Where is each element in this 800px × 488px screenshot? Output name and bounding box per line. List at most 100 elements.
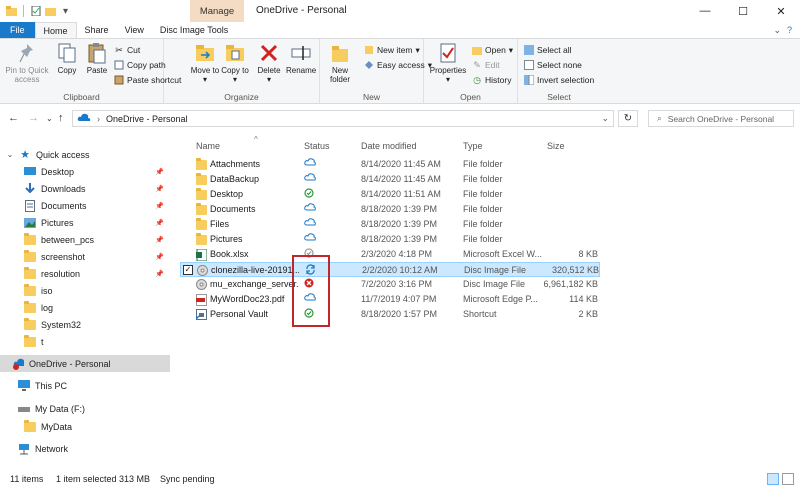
column-header-status[interactable]: Status xyxy=(304,136,330,156)
up-arrow-icon[interactable]: ↑ xyxy=(58,112,64,124)
close-button[interactable]: ✕ xyxy=(762,0,800,22)
rename-button[interactable]: Rename xyxy=(286,42,316,75)
file-row[interactable]: Book.xlsx 2/3/2020 4:18 PM Microsoft Excel… xyxy=(180,247,600,262)
select-none-button[interactable]: Select none xyxy=(524,58,582,72)
nav-quick-access[interactable]: ⌄ ★ Quick access xyxy=(0,146,170,163)
chevron-down-icon: ▾ xyxy=(445,75,450,84)
column-date-label: Date modified xyxy=(361,141,417,151)
delete-button[interactable]: Delete ▾ xyxy=(254,42,284,84)
file-row[interactable]: Personal Vault 8/18/2020 1:57 PM Shortcut 2… xyxy=(180,307,600,322)
select-all-button[interactable]: Select all xyxy=(524,43,572,57)
file-row[interactable]: Documents 8/18/2020 1:39 PM File folder xyxy=(180,202,600,217)
chevron-down-icon[interactable]: ⌄ xyxy=(773,25,781,36)
nav-item-between-pcs[interactable]: between_pcs 📌 xyxy=(0,231,170,248)
copy-path-button[interactable]: Copy path xyxy=(114,58,166,72)
row-checkbox[interactable]: ✓ xyxy=(183,265,193,275)
nav-item-desktop[interactable]: Desktop 📌 xyxy=(0,163,170,180)
column-header-type[interactable]: Type xyxy=(463,136,483,156)
maximize-button[interactable]: ☐ xyxy=(724,0,762,22)
nav-onedrive-label: OneDrive - Personal xyxy=(29,358,111,369)
nav-this-pc[interactable]: This PC xyxy=(0,377,170,394)
file-row[interactable]: mu_exchange_server... 7/2/2020 3:16 PM Dis… xyxy=(180,277,600,292)
column-header-date[interactable]: Date modified xyxy=(361,136,417,156)
tab-view[interactable]: View xyxy=(117,22,152,38)
open-icon xyxy=(472,45,482,55)
computer-icon xyxy=(18,380,30,392)
refresh-button[interactable]: ↻ xyxy=(618,110,638,127)
tab-share[interactable]: Share xyxy=(77,22,117,38)
edit-button[interactable]: ✎ Edit xyxy=(472,58,499,72)
easy-access-button[interactable]: Easy access ▾ xyxy=(364,58,432,72)
nav-network[interactable]: Network xyxy=(0,440,170,457)
details-view-icon[interactable] xyxy=(767,473,779,485)
large-icons-view-icon[interactable] xyxy=(782,473,794,485)
pin-icon: 📌 xyxy=(155,253,164,261)
file-row[interactable]: MyWordDoc23.pdf 11/7/2019 4:07 PM Microsof… xyxy=(180,292,600,307)
back-arrow-icon[interactable]: ← xyxy=(8,112,19,124)
new-item-icon xyxy=(364,45,374,55)
delete-icon xyxy=(258,42,280,64)
file-list: ^ Name Status Date modified Type Size At… xyxy=(176,132,800,470)
new-folder-quick-icon[interactable] xyxy=(45,6,56,17)
properties-quick-icon[interactable] xyxy=(30,6,41,17)
nav-item-label: between_pcs xyxy=(41,234,95,245)
nav-item-downloads[interactable]: Downloads 📌 xyxy=(0,180,170,197)
nav-item-resolution[interactable]: resolution 📌 xyxy=(0,265,170,282)
nav-item-documents[interactable]: Documents 📌 xyxy=(0,197,170,214)
ribbon: Pin to Quick access Copy Paste ✂ Cut Copy… xyxy=(0,39,800,104)
pin-icon: 📌 xyxy=(155,236,164,244)
tab-disc-image-tools[interactable]: Disc Image Tools xyxy=(152,22,236,38)
nav-mydata-folder[interactable]: MyData xyxy=(0,418,170,435)
column-header-name[interactable]: ^ Name xyxy=(196,135,258,156)
nav-item-system32[interactable]: System32 xyxy=(0,316,170,333)
tab-manage[interactable]: Manage xyxy=(190,0,244,22)
nav-item-screenshot[interactable]: screenshot 📌 xyxy=(0,248,170,265)
nav-item-iso[interactable]: iso xyxy=(0,282,170,299)
tab-file[interactable]: File xyxy=(0,22,35,38)
copy-to-button[interactable]: Copy to ▾ xyxy=(220,42,250,84)
cloud-icon xyxy=(304,158,316,168)
paste-button[interactable]: Paste xyxy=(82,42,112,75)
column-header-size[interactable]: Size xyxy=(547,136,565,156)
folder-icon xyxy=(196,202,207,215)
file-date: 7/2/2020 3:16 PM xyxy=(361,279,433,289)
address-dropdown-icon[interactable]: ⌄ xyxy=(601,113,609,124)
pin-label: Pin to Quick access xyxy=(5,66,49,84)
folder-icon xyxy=(24,232,36,246)
pin-quick-access-button[interactable]: Pin to Quick access xyxy=(4,42,50,84)
invert-selection-button[interactable]: Invert selection xyxy=(524,73,594,87)
file-row[interactable]: Pictures 8/18/2020 1:39 PM File folder xyxy=(180,232,600,247)
properties-button[interactable]: Properties ▾ xyxy=(428,42,468,84)
customize-quick-access-icon[interactable]: ▾ xyxy=(60,6,71,17)
nav-item-pictures[interactable]: Pictures 📌 xyxy=(0,214,170,231)
cut-button[interactable]: ✂ Cut xyxy=(114,43,140,57)
breadcrumb[interactable]: OneDrive - Personal xyxy=(106,114,188,124)
file-row[interactable]: Files 8/18/2020 1:39 PM File folder xyxy=(180,217,600,232)
new-folder-button[interactable]: New folder xyxy=(325,42,355,84)
file-row[interactable]: Attachments 8/14/2020 11:45 AM File folder xyxy=(180,157,600,172)
ribbon-controls: ⌄ ? xyxy=(773,22,800,38)
chevron-down-icon: ⌄ xyxy=(6,150,14,159)
nav-my-data-drive[interactable]: My Data (F:) xyxy=(0,400,170,417)
new-item-button[interactable]: New item ▾ xyxy=(364,43,420,57)
nav-item-t[interactable]: t xyxy=(0,333,170,350)
file-row[interactable]: DataBackup 8/14/2020 11:45 AM File folder xyxy=(180,172,600,187)
nav-onedrive[interactable]: OneDrive - Personal xyxy=(0,355,170,372)
tab-home[interactable]: Home xyxy=(34,22,77,38)
address-box[interactable]: › OneDrive - Personal ⌄ xyxy=(72,110,614,127)
open-button[interactable]: Open ▾ xyxy=(472,43,513,57)
help-icon[interactable]: ? xyxy=(787,25,792,35)
move-to-button[interactable]: Move to ▾ xyxy=(190,42,220,84)
file-row[interactable]: ✓ clonezilla-live-20191... 2/2/2020 10:12 … xyxy=(180,262,600,277)
minimize-button[interactable]: — xyxy=(686,0,724,22)
search-input[interactable]: ⌕ Search OneDrive - Personal xyxy=(648,110,794,127)
onedrive-error-icon xyxy=(12,358,24,370)
folder-icon xyxy=(24,300,36,314)
nav-item-log[interactable]: log xyxy=(0,299,170,316)
file-row[interactable]: Desktop 8/14/2020 11:51 AM File folder xyxy=(180,187,600,202)
history-button[interactable]: ◷ History xyxy=(472,73,511,87)
copy-button[interactable]: Copy xyxy=(52,42,82,75)
recent-locations-icon[interactable]: ⌄ xyxy=(46,114,53,123)
forward-arrow-icon[interactable]: → xyxy=(28,112,39,124)
title-bar: ▾ Manage OneDrive - Personal — ☐ ✕ xyxy=(0,0,800,22)
